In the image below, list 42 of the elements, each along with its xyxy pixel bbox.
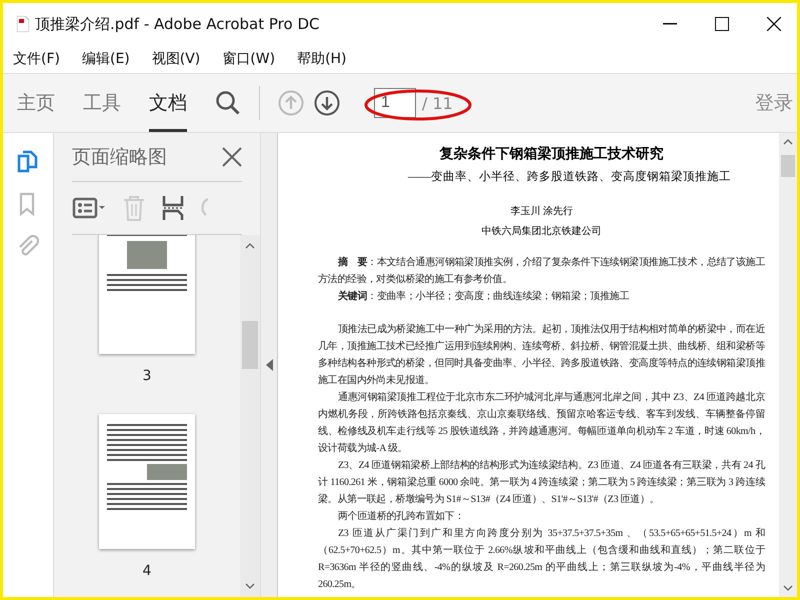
page-thumbnail[interactable] — [99, 235, 195, 354]
page-number-label: 4 — [142, 563, 152, 579]
page-count: / 11 — [422, 94, 453, 112]
collapse-arrow-icon[interactable] — [266, 359, 272, 371]
document-paragraph: 关键词：变曲率；小半径；变高度；曲线连续梁；钢箱梁；顶推施工 — [337, 290, 630, 304]
document-paragraph: 两个匝道桥的孔跨布置如下： — [337, 510, 466, 524]
document-paragraph: 摘 要：本文结合通惠河钢箱梁顶推实例，介绍了复杂条件下连续钢梁顶推施工技术，总结了该施工方法的经验，对类似桥梁的施工有参考价值。 — [318, 255, 765, 287]
pdf-file-icon — [17, 16, 29, 32]
menu-item[interactable]: 窗口(W) — [222, 50, 276, 68]
toolbar-tab[interactable]: 工具 — [83, 74, 121, 132]
options-icon[interactable] — [72, 196, 106, 220]
panel-title: 页面缩略图 — [72, 145, 167, 170]
scroll-down-icon[interactable] — [245, 583, 255, 589]
document-authors: 李玉川 涂先行 — [509, 204, 574, 218]
insert-page-icon[interactable] — [162, 195, 184, 221]
scrollbar-thumb[interactable] — [781, 155, 795, 177]
document-paragraph: Z3 匝道从广渠门到广和里方向跨度分别为 35+37.5+37.5+35m 、（53.5+65+65+51.5+24）m 和（62.5+70+62.5）m。其中第一联位于 2.66%纵坡和平曲线上（包含缓和曲线和直线）；第二联位于 R=3636m 半径的竖曲线、-4%的纵坡及 R=260.25m 的平曲线上；第三联纵坡为-4%，平曲线半径为 260.25m。 — [318, 526, 765, 592]
close-icon[interactable] — [767, 17, 781, 31]
document-affiliation: 中铁六局集团北京铁建公司 — [480, 224, 602, 238]
document-subtitle: ——变曲率、小半径、跨多股道铁路、变高度钢箱梁顶推施工 — [408, 169, 732, 184]
toolbar-tab[interactable]: 主页 — [17, 74, 55, 132]
document-paragraph: 顶推法已成为桥梁施工中一种广为采用的方法。起初，顶推法仅用于结构相对简单的桥梁中，而在近几年，顶推施工技术已经推广运用到连续刚构、连续弯桥、斜拉桥、钢管混凝土拱、曲线桥、组和梁桥等多种结构各种形式的桥梁，但同时具备变曲率、小半径、跨多股道铁路、变高度等特点的连续钢箱梁顶推施工在国内外尚未见报道。 — [318, 322, 765, 388]
document-paragraph: 通惠河钢箱梁顶推工程位于北京市东二环护城河北岸与通惠河北岸之间，其中 Z3、Z4 匝道跨越北京内燃机务段，所跨铁路包括京秦线、京山京秦联络线、预留京哈客运专线、客车到发线、车辆整备停留线、检修线及机车走行线等 25 股铁道线路，并跨越通惠河。每幅匝道单向机动车 2 车道，时速 60km/h，设计荷载为城-A 级。 — [318, 390, 765, 456]
arrow-down-icon[interactable] — [314, 90, 340, 116]
document-paragraph: Z3、Z4 匝道钢箱梁桥上部结构的结构形式为连续梁结构。Z3 匝道、Z4 匝道各有三联梁，共有 24 孔计 1160.261 米，钢箱梁总重 6000 余吨。第一联为 4 跨连续梁；第二联为 5 跨连续梁；第三联为 3 跨连续梁。从第一联起，桥墩编号为 S1#～S13#（Z4 匝道）、S1'#～S13'#（Z3 匝道）。 — [318, 458, 765, 507]
scrollbar-thumb[interactable] — [242, 321, 258, 369]
menu-item[interactable]: 编辑(E) — [82, 50, 130, 68]
document-title: 复杂条件下钢箱梁顶推施工技术研究 — [438, 145, 664, 163]
menu-item[interactable]: 帮助(H) — [297, 50, 347, 68]
menu-item[interactable]: 文件(F) — [13, 50, 60, 68]
page-thumbnail[interactable] — [99, 414, 195, 549]
menu-item[interactable]: 视图(V) — [152, 50, 200, 68]
window-title: 顶推梁介绍.pdf - Adobe Acrobat Pro DC — [35, 14, 320, 34]
search-icon[interactable] — [215, 90, 241, 116]
minimize-icon[interactable] — [663, 23, 677, 25]
photo-placeholder — [147, 464, 187, 480]
maximize-icon[interactable] — [715, 17, 729, 31]
page-number-label: 3 — [142, 368, 152, 384]
scroll-down-icon[interactable] — [783, 585, 793, 591]
scroll-up-icon[interactable] — [245, 243, 255, 249]
photo-placeholder — [127, 241, 167, 269]
scroll-up-icon[interactable] — [783, 139, 793, 145]
